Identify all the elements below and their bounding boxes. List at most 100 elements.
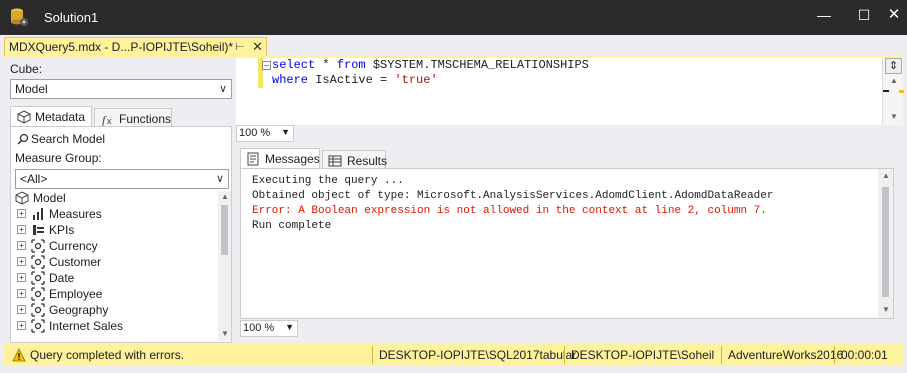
chevron-down-icon[interactable]: ∨ <box>216 172 224 185</box>
status-divider <box>721 346 722 364</box>
change-marker <box>899 90 904 93</box>
dimension-icon <box>31 255 45 269</box>
svg-text:x: x <box>107 116 112 126</box>
cube-select[interactable]: Model ∨ <box>10 79 232 99</box>
query-editor[interactable]: – select * from $SYSTEM.TMSCHEMA_RELATIO… <box>236 58 904 125</box>
measure-group-label: Measure Group: <box>15 151 102 165</box>
scroll-down-icon[interactable]: ▼ <box>890 112 898 121</box>
model-tree: Model + Measures + KPIs + Currency + Cus… <box>15 191 219 341</box>
messages-zoom-select[interactable]: 100 % ▼ <box>240 320 298 337</box>
measure-group-select[interactable]: <All> ∨ <box>15 169 229 189</box>
expand-icon[interactable]: + <box>17 257 26 266</box>
status-divider <box>564 346 565 364</box>
chevron-down-icon[interactable]: ▼ <box>285 322 294 332</box>
expand-icon[interactable]: + <box>17 321 26 330</box>
dimension-icon <box>31 319 45 333</box>
scroll-up-icon[interactable]: ▲ <box>221 192 229 201</box>
collapse-icon[interactable]: – <box>262 61 271 70</box>
tab-results-label: Results <box>347 154 388 168</box>
dimension-icon <box>31 271 45 285</box>
expand-icon[interactable]: + <box>17 241 26 250</box>
metadata-tab-body: Search Model Measure Group: <All> ∨ Mode… <box>10 126 232 343</box>
kpi-icon <box>33 225 44 235</box>
window-title: Solution1 <box>44 10 99 25</box>
messages-icon <box>247 152 259 166</box>
minimize-button[interactable]: — <box>804 0 844 30</box>
close-tab-icon[interactable]: ✕ <box>252 39 263 55</box>
editor-zoom-select[interactable]: 100 % ▼ <box>236 125 294 142</box>
tree-item-label: Employee <box>49 287 103 301</box>
scrollbar-thumb[interactable] <box>221 205 228 255</box>
scrollbar-thumb[interactable] <box>882 187 889 297</box>
scroll-up-icon[interactable]: ▲ <box>890 76 898 85</box>
tab-messages[interactable]: Messages <box>240 148 320 168</box>
status-bar: Query completed with errors. DESKTOP-IOP… <box>4 344 903 366</box>
code-line-1: select * from $SYSTEM.TMSCHEMA_RELATIONS… <box>272 58 589 72</box>
document-tab[interactable]: MDXQuery5.mdx - D...P-IOPIJTE\Soheil)* ⊢… <box>4 37 267 57</box>
search-model-label: Search Model <box>31 132 106 146</box>
status-message: Query completed with errors. <box>30 348 185 362</box>
status-divider <box>372 346 373 364</box>
editor-horizontal-bar: 100 % ▼ <box>236 125 903 142</box>
keyword: from <box>336 58 366 72</box>
cube-icon <box>17 110 31 124</box>
status-elapsed: 00:00:01 <box>841 348 888 362</box>
grid-icon <box>328 155 342 167</box>
messages-output[interactable]: Executing the query ... Obtained object … <box>240 168 894 319</box>
dimension-icon <box>31 239 45 253</box>
scroll-down-icon[interactable]: ▼ <box>882 305 890 314</box>
messages-scrollbar[interactable]: ▲ ▼ <box>878 169 893 318</box>
scroll-down-icon[interactable]: ▼ <box>221 329 229 338</box>
tree-item-label: Internet Sales <box>49 319 124 333</box>
tab-metadata-label: Metadata <box>35 110 86 124</box>
error-message-line: Error: A Boolean expression is not allow… <box>252 205 767 217</box>
tree-item-label: Measures <box>49 207 102 221</box>
code-text: * <box>315 58 337 72</box>
close-button[interactable]: ✕ <box>874 0 907 30</box>
search-icon <box>17 133 29 145</box>
keyword: select <box>272 58 316 72</box>
tab-metadata[interactable]: Metadata <box>10 106 92 126</box>
message-line: Obtained object of type: Microsoft.Analy… <box>252 190 774 202</box>
keyword: where <box>272 73 309 87</box>
tab-functions-label: Functions <box>119 112 172 126</box>
cube-label: Cube: <box>10 62 43 76</box>
split-editor-icon[interactable]: ⇕ <box>885 58 902 74</box>
code-text: $SYSTEM.TMSCHEMA_RELATIONSHIPS <box>365 58 589 72</box>
code-text: IsActive = <box>308 73 395 87</box>
editor-zoom-value: 100 % <box>239 127 271 139</box>
expand-icon[interactable]: + <box>17 209 26 218</box>
tab-functions[interactable]: f x Functions <box>94 108 172 126</box>
tab-messages-label: Messages <box>265 152 320 166</box>
tree-item-label: Date <box>49 271 75 285</box>
editor-scrollbar[interactable]: ⇕ ▲ ▼ <box>882 58 904 125</box>
status-divider <box>834 346 835 364</box>
document-tab-label: MDXQuery5.mdx - D...P-IOPIJTE\Soheil)* <box>9 40 234 54</box>
chevron-down-icon[interactable]: ▼ <box>281 127 290 137</box>
pin-icon[interactable]: ⊢ <box>235 40 245 53</box>
bar-chart-icon <box>33 208 43 220</box>
status-database: AdventureWorks2016 <box>728 348 844 362</box>
tree-item-label: Currency <box>49 239 98 253</box>
title-bar: Solution1 — ☐ ✕ <box>0 0 907 35</box>
tree-scrollbar[interactable]: ▲ ▼ <box>218 191 231 341</box>
results-panel: Messages Results Executing the query ...… <box>236 146 903 342</box>
string-literal: 'true' <box>394 73 438 87</box>
expand-icon[interactable]: + <box>17 305 26 314</box>
chevron-down-icon[interactable]: ∨ <box>219 82 227 95</box>
tree-item-label: Geography <box>49 303 109 317</box>
ssms-app-icon <box>11 8 28 26</box>
message-line: Executing the query ... <box>252 175 404 187</box>
expand-icon[interactable]: + <box>17 289 26 298</box>
dimension-icon <box>31 287 45 301</box>
expand-icon[interactable]: + <box>17 273 26 282</box>
status-server: DESKTOP-IOPIJTE\SQL2017tabular <box>379 348 577 362</box>
tab-results[interactable]: Results <box>322 150 388 168</box>
messages-horizontal-bar: 100 % ▼ <box>240 319 894 337</box>
dimension-icon <box>31 303 45 317</box>
code-line-2: where IsActive = 'true' <box>272 73 438 87</box>
scroll-up-icon[interactable]: ▲ <box>882 171 890 180</box>
expand-icon[interactable]: + <box>17 225 26 234</box>
message-line: Run complete <box>252 220 332 232</box>
tree-item-label: Customer <box>49 255 102 269</box>
